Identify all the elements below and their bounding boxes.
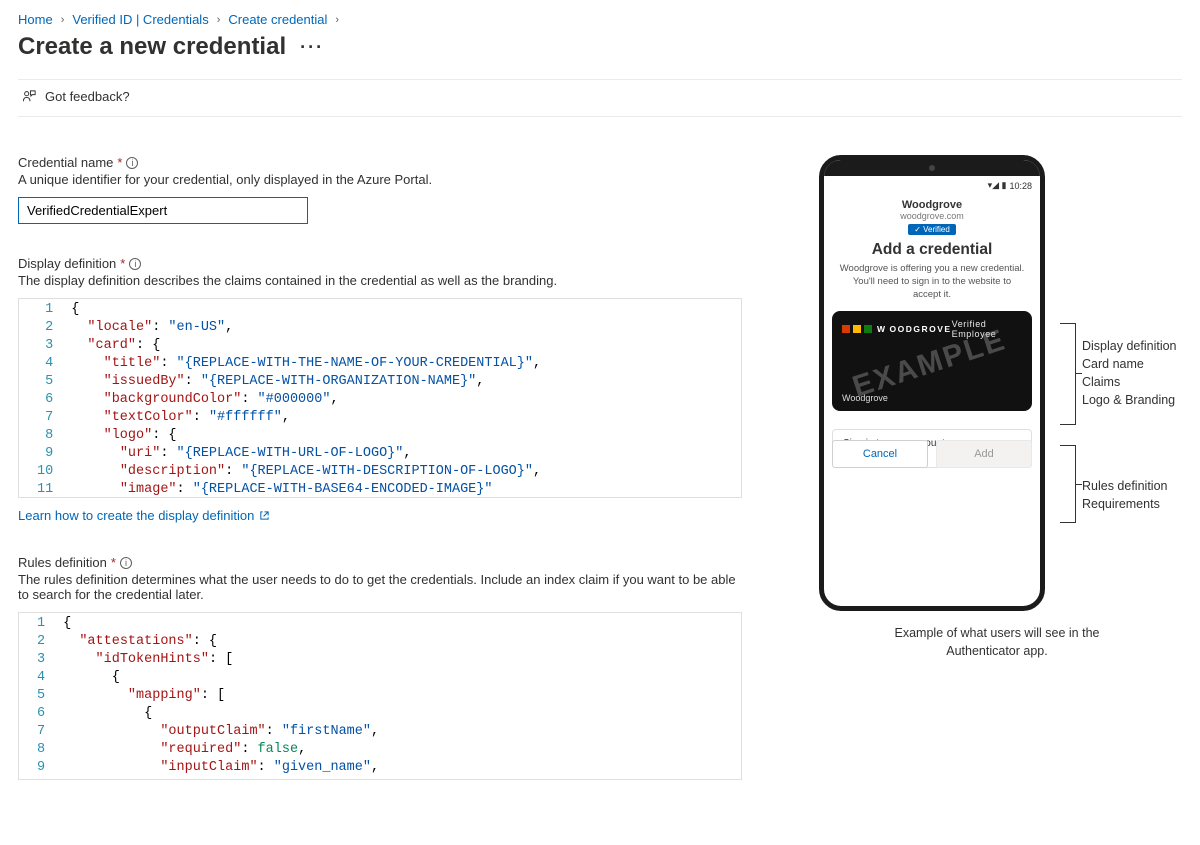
rules-definition-label: Rules definition bbox=[18, 555, 107, 570]
verified-badge: ✓ Verified bbox=[908, 224, 956, 235]
external-link-icon bbox=[259, 510, 270, 521]
command-bar: Got feedback? bbox=[18, 79, 1182, 117]
info-icon[interactable]: i bbox=[129, 258, 141, 270]
card-issuer: Woodgrove bbox=[842, 393, 888, 403]
line-gutter: 1234567891011 bbox=[19, 299, 63, 497]
annot-claims: Logo & Branding bbox=[1082, 391, 1177, 409]
preview-org: Woodgrove bbox=[832, 199, 1032, 211]
feedback-label: Got feedback? bbox=[45, 89, 130, 104]
more-actions-icon[interactable]: ··· bbox=[300, 37, 324, 58]
display-definition-label: Display definition bbox=[18, 256, 116, 271]
page-title: Create a new credential ··· bbox=[18, 33, 1182, 61]
breadcrumb-verified-id[interactable]: Verified ID | Credentials bbox=[72, 12, 208, 27]
info-icon[interactable]: i bbox=[126, 157, 138, 169]
rules-definition-desc: The rules definition determines what the… bbox=[18, 572, 742, 602]
phone-status-bar: ▾◢ ▮10:28 bbox=[824, 176, 1040, 193]
preview-cancel-button: Cancel bbox=[832, 440, 928, 468]
preview-column: ▾◢ ▮10:28 Woodgrove woodgrove.com ✓ Veri… bbox=[812, 155, 1182, 660]
phone-preview: ▾◢ ▮10:28 Woodgrove woodgrove.com ✓ Veri… bbox=[819, 155, 1045, 611]
chevron-right-icon: › bbox=[61, 14, 65, 26]
required-indicator: * bbox=[111, 555, 116, 570]
preview-heading: Add a credential bbox=[832, 241, 1032, 259]
learn-display-link[interactable]: Learn how to create the display definiti… bbox=[18, 508, 270, 523]
annot-display: Display definition bbox=[1082, 337, 1177, 355]
preview-domain: woodgrove.com bbox=[832, 211, 1032, 221]
line-gutter: 123456789 bbox=[19, 613, 55, 779]
code-area[interactable]: { "locale": "en-US", "card": { "title": … bbox=[63, 299, 741, 497]
display-definition-section: Display definition * i The display defin… bbox=[18, 256, 742, 523]
card-type: Verified Employee bbox=[952, 319, 1022, 339]
info-icon[interactable]: i bbox=[120, 557, 132, 569]
display-definition-editor[interactable]: 1234567891011 { "locale": "en-US", "card… bbox=[18, 298, 742, 498]
annot-rules: Requirements bbox=[1082, 495, 1167, 513]
credential-name-label: Credential name bbox=[18, 155, 113, 170]
annot-display: Card name bbox=[1082, 355, 1177, 373]
rules-definition-section: Rules definition * i The rules definitio… bbox=[18, 555, 742, 780]
display-definition-desc: The display definition describes the cla… bbox=[18, 273, 742, 288]
code-area[interactable]: { "attestations": { "idTokenHints": [ { … bbox=[55, 613, 741, 779]
credential-name-input[interactable] bbox=[18, 197, 308, 224]
person-feedback-icon bbox=[22, 89, 37, 104]
breadcrumb-home[interactable]: Home bbox=[18, 12, 53, 27]
credential-card-preview: WOODGROVE Verified Employee Woodgrove bbox=[832, 311, 1032, 411]
feedback-button[interactable]: Got feedback? bbox=[22, 89, 130, 104]
breadcrumb: Home › Verified ID | Credentials › Creat… bbox=[18, 12, 1182, 27]
card-logo: WOODGROVE bbox=[842, 319, 952, 339]
required-indicator: * bbox=[120, 256, 125, 271]
chevron-right-icon: › bbox=[217, 14, 221, 26]
required-indicator: * bbox=[117, 155, 122, 170]
credential-name-desc: A unique identifier for your credential,… bbox=[18, 172, 742, 187]
credential-name-section: Credential name * i A unique identifier … bbox=[18, 155, 742, 224]
breadcrumb-create-credential[interactable]: Create credential bbox=[228, 12, 327, 27]
preview-caption: Example of what users will see in the Au… bbox=[884, 625, 1110, 660]
chevron-right-icon: › bbox=[335, 14, 339, 26]
annot-cardname: Claims bbox=[1082, 373, 1177, 391]
preview-subtext: Woodgrove is offering you a new credenti… bbox=[832, 263, 1032, 301]
annot-rules: Rules definition bbox=[1082, 477, 1167, 495]
rules-definition-editor[interactable]: 123456789 { "attestations": { "idTokenHi… bbox=[18, 612, 742, 780]
preview-add-button: Add bbox=[936, 440, 1032, 468]
